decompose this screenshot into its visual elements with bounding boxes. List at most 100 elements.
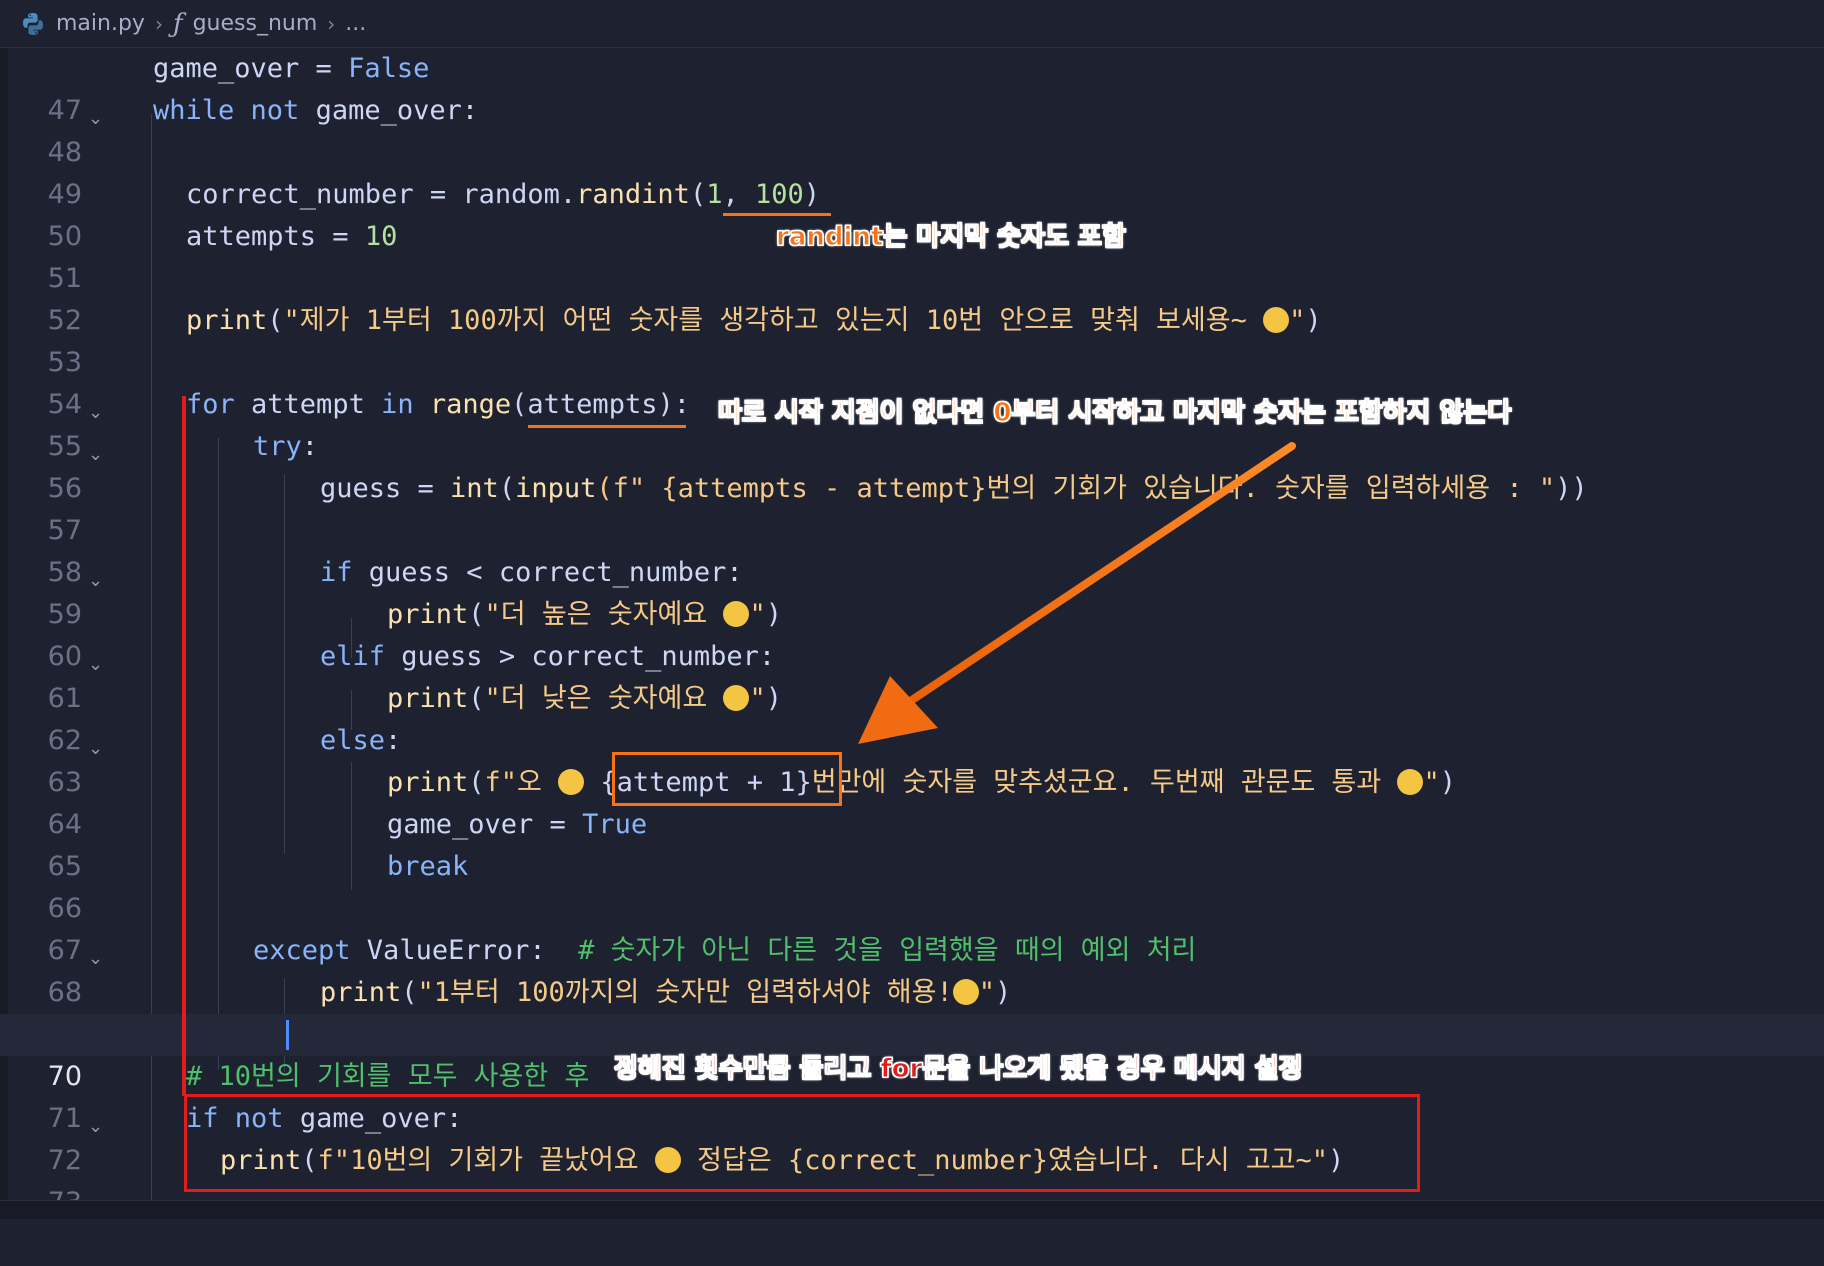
code-line-67[interactable]: 67 (0, 888, 1824, 966)
for-loop-bracket (182, 396, 186, 1096)
code-function: input (515, 473, 597, 504)
range-annotation: 따로 시작 지점이 없다면 0부터 시작하고 마지막 숫자는 포함하지 않는다 (717, 398, 1512, 429)
code-function: range (429, 389, 512, 420)
function-icon: ƒ (172, 8, 183, 39)
code-text: ( (498, 473, 516, 504)
code-line-54[interactable]: 54 (0, 342, 1824, 420)
code-function: print (186, 305, 268, 336)
smirk-emoji-icon (723, 600, 750, 627)
breadcrumb-file[interactable]: main.py (56, 11, 145, 36)
code-text: correct_number = random. (186, 179, 577, 210)
code-text: game_over = (387, 809, 583, 840)
code-text: , (722, 179, 755, 210)
code-number: 100 (754, 179, 804, 210)
surprised-face-emoji-icon (558, 768, 585, 795)
code-string: " (1423, 767, 1440, 798)
code-text: ( (401, 977, 418, 1008)
code-text: ) (994, 977, 1012, 1008)
code-text: ) (765, 599, 782, 630)
breadcrumb-more[interactable]: ... (345, 11, 366, 36)
code-keyword: while (153, 95, 235, 126)
code-keyword: if (320, 557, 353, 588)
breadcrumb-symbol[interactable]: guess_num (193, 11, 318, 36)
winking-tongue-emoji-icon (723, 684, 750, 711)
code-text: guess = (320, 473, 451, 504)
code-comment: # 숫자가 아닌 다른 것을 입력했을 때의 예외 처리 (578, 935, 1197, 966)
code-text: game_over = (153, 53, 349, 84)
code-string: " (978, 977, 995, 1008)
code-keyword: True (582, 809, 648, 840)
text-cursor (286, 1020, 289, 1050)
code-number: 10 (364, 221, 398, 252)
code-text: ) (1439, 767, 1457, 798)
code-text: guess > correct_number: (385, 641, 776, 672)
attempt-plus-one-highlight (612, 752, 842, 806)
code-line-69[interactable]: 69 print("1부터 100까지의 숫자만 입력하셔야 해용!") (0, 972, 1824, 1050)
code-line-47[interactable]: 47 game_over = False (0, 48, 1824, 126)
code-keyword: break (387, 851, 469, 882)
code-text: ( (267, 305, 284, 336)
code-line-52[interactable]: 52 (0, 258, 1824, 336)
thinking-face-emoji-icon (1263, 306, 1290, 333)
code-keyword: not (250, 95, 300, 126)
code-text: ( (689, 179, 707, 210)
code-line-53[interactable]: 53 print("제가 1부터 100까지 어떤 숫자를 생각하고 있는지 1… (0, 300, 1824, 378)
code-text: ValueError: (350, 935, 579, 966)
code-text: game_over: (299, 95, 479, 126)
code-keyword: in (381, 389, 414, 420)
code-string: "1부터 100까지의 숫자만 입력하셔야 해용! (417, 977, 953, 1008)
code-string: "더 높은 숫자예요 (484, 599, 724, 630)
code-text: ( (468, 683, 485, 714)
code-keyword: for (186, 389, 235, 420)
code-string: " (749, 599, 766, 630)
code-line-64[interactable]: 64 print(f"오 {attempt + 1}번만에 숫자를 맞추셨군요.… (0, 762, 1824, 840)
code-keyword: False (348, 53, 430, 84)
code-string: " (1289, 305, 1306, 336)
code-text: ) (803, 179, 821, 210)
python-file-icon (23, 12, 43, 35)
code-line-65[interactable]: 65 game_over = True (0, 804, 1824, 882)
code-number: 1 (706, 179, 723, 210)
annotation-arrow-icon (858, 442, 1296, 744)
code-function: randint (576, 179, 690, 210)
chevron-right-icon: › (327, 11, 336, 36)
code-line-48[interactable]: 48 ⌄ while not game_over: (0, 90, 1824, 168)
pleading-face-emoji-icon (952, 978, 979, 1005)
code-text: ( (468, 767, 485, 798)
code-text: attempts = (186, 221, 365, 252)
code-string: " (749, 683, 766, 714)
code-text: attempt (234, 389, 382, 420)
randint-annotation: randint는 마지막 숫자도 포함 (776, 222, 1127, 253)
code-line-49[interactable]: 49 (0, 132, 1824, 210)
code-keyword: except (253, 935, 351, 966)
code-string: f"오 (484, 767, 559, 798)
code-text: ) (1305, 305, 1322, 336)
code-string: 번만에 숫자를 맞추셨군요. 두번째 관문도 통과 (811, 767, 1398, 798)
code-line-50[interactable]: 50 correct_number = random.randint(1, 10… (0, 174, 1824, 252)
code-text: guess < correct_number: (352, 557, 743, 588)
for-exit-annotation: 정해진 횟수만큼 돌리고 for문을 나오게 됐을 경우 메시지 설정 (614, 1054, 1303, 1085)
code-keyword: else (320, 725, 386, 756)
code-text: : (385, 725, 402, 756)
code-function: print (387, 683, 469, 714)
editor-bottom-bar (0, 1200, 1824, 1219)
code-function: print (387, 767, 469, 798)
code-text: ( (468, 599, 485, 630)
for-exit-highlight-box (184, 1094, 1420, 1192)
code-text: ) (765, 683, 782, 714)
code-keyword: try (253, 431, 302, 462)
code-line-68[interactable]: 68 ⌄ except ValueError: # 숫자가 아닌 다른 것을 입… (0, 930, 1824, 1008)
code-function: int (450, 473, 499, 504)
code-line-66[interactable]: 66 break (0, 846, 1824, 924)
breadcrumb: main.py › ƒ guess_num › ... (0, 0, 1824, 48)
code-text: (attempts): (511, 389, 690, 420)
code-text: : (301, 431, 319, 462)
code-function: print (320, 977, 402, 1008)
party-face-emoji-icon (1397, 768, 1424, 795)
code-string: "제가 1부터 100까지 어떤 숫자를 생각하고 있는지 10번 안으로 맞춰… (283, 305, 1264, 336)
code-keyword: elif (320, 641, 386, 672)
code-comment: # 10번의 기회를 모두 사용한 후 (186, 1061, 590, 1092)
range-args-underline (528, 425, 686, 428)
